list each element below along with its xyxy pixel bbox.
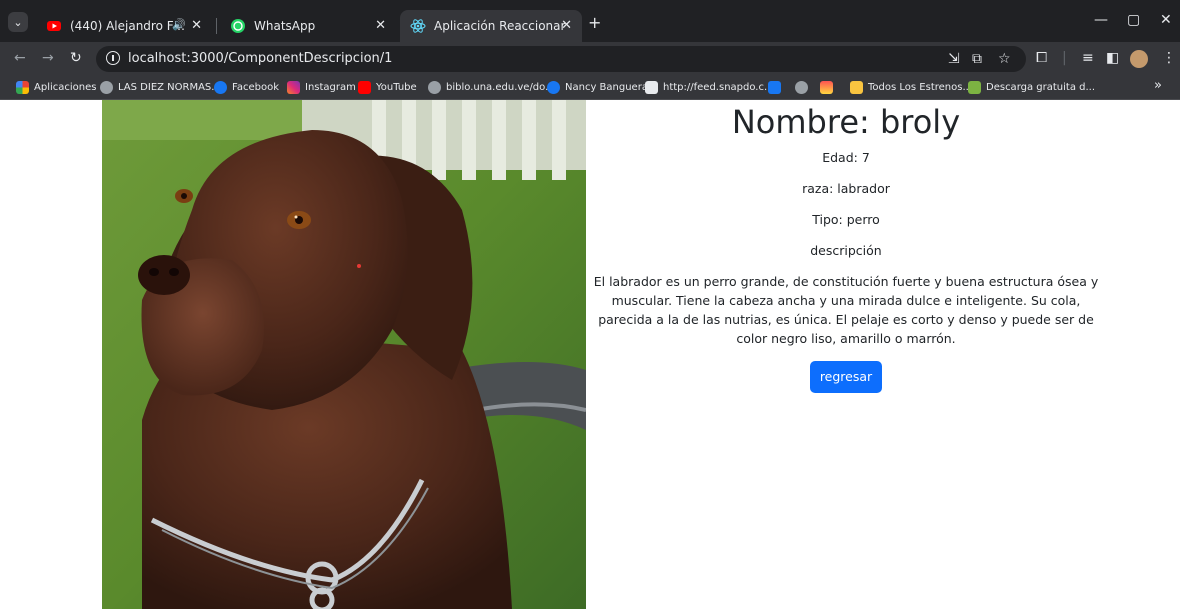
bookmark-item[interactable]: LAS DIEZ NORMAS... (100, 81, 221, 94)
bookmark-label: Aplicaciones (34, 82, 97, 93)
bookmark-label: YouTube (376, 82, 417, 93)
labrador-photo-illustration (102, 100, 586, 609)
forward-arrow-icon[interactable]: → (42, 50, 54, 66)
tab-youtube[interactable]: (440) Alejandro Fernández 🔊 ✕ (36, 10, 212, 42)
new-tab-icon[interactable]: + (588, 13, 601, 32)
bookmarks-bar: Aplicaciones LAS DIEZ NORMAS... Facebook… (0, 76, 1180, 100)
bookmark-label: Instagram (305, 82, 356, 93)
tab-active-app[interactable]: Aplicación Reaccionar ✕ (400, 10, 582, 42)
tab-title: WhatsApp (254, 19, 316, 33)
site-info-icon[interactable] (106, 51, 120, 65)
menu-kebab-icon[interactable]: ⋮ (1162, 50, 1176, 66)
bookmark-item[interactable]: Todos Los Estrenos... (850, 81, 972, 94)
pet-age: Edad: 7 (822, 150, 870, 165)
back-arrow-icon[interactable]: ← (14, 50, 26, 66)
bookmark-item[interactable] (768, 81, 786, 94)
description-heading: descripción (810, 243, 882, 258)
close-tab-icon[interactable]: ✕ (561, 18, 572, 33)
reading-list-icon[interactable]: ≡ (1082, 50, 1094, 66)
audio-icon[interactable]: 🔊 (172, 18, 186, 31)
globe-icon (100, 81, 113, 94)
bookmark-item[interactable]: Instagram (287, 81, 356, 94)
bookmark-item[interactable]: Descarga gratuita d... (968, 81, 1095, 94)
bookmark-star-icon[interactable]: ☆ (998, 51, 1011, 67)
pet-name-heading: Nombre: broly (731, 103, 961, 141)
bookmark-item[interactable]: http://feed.snapdo.c... (645, 81, 774, 94)
url-text[interactable]: localhost:3000/ComponentDescripcion/1 (128, 51, 392, 66)
bookmark-label: biblo.una.edu.ve/do... (446, 82, 555, 93)
reload-icon[interactable]: ↻ (70, 50, 82, 66)
close-tab-icon[interactable]: ✕ (375, 18, 386, 33)
whatsapp-icon (231, 19, 245, 33)
download-icon (968, 81, 981, 94)
pet-info: Nombre: broly Edad: 7 raza: labrador Tip… (586, 100, 1106, 393)
popcorn-icon (850, 81, 863, 94)
bookmark-item[interactable]: Nancy Banguera (547, 81, 648, 94)
bookmark-item[interactable]: YouTube (358, 81, 417, 94)
address-bar[interactable]: localhost:3000/ComponentDescripcion/1 ⇲ … (96, 46, 1026, 72)
bookmark-label: http://feed.snapdo.c... (663, 82, 774, 93)
bookmark-item[interactable] (795, 81, 813, 94)
tab-title: Aplicación Reaccionar (434, 19, 566, 33)
bookmark-label: LAS DIEZ NORMAS... (118, 82, 221, 93)
globe-icon (428, 81, 441, 94)
bookmarks-overflow-icon[interactable]: » (1154, 78, 1162, 93)
pet-type: Tipo: perro (812, 212, 880, 227)
react-icon (410, 19, 426, 33)
close-window-icon[interactable]: ✕ (1160, 12, 1172, 28)
toolbar-divider: | (1062, 50, 1067, 66)
apps-grid-icon (16, 81, 29, 94)
youtube-icon (358, 81, 371, 94)
side-panel-icon[interactable]: ◧ (1106, 50, 1119, 66)
bookmark-label: Facebook (232, 82, 279, 93)
page-content: Nombre: broly Edad: 7 raza: labrador Tip… (0, 100, 1180, 609)
dog-photo (102, 100, 586, 609)
tab-divider (216, 18, 217, 34)
tab-strip: ⌄ (440) Alejandro Fernández 🔊 ✕ WhatsApp… (0, 0, 1180, 42)
bookmark-label: Todos Los Estrenos... (868, 82, 972, 93)
bookmark-item[interactable]: biblo.una.edu.ve/do... (428, 81, 555, 94)
youtube-icon (47, 21, 61, 31)
facebook-icon (214, 81, 227, 94)
facebook-icon (547, 81, 560, 94)
back-button[interactable]: regresar (809, 361, 883, 393)
pet-breed: raza: labrador (802, 181, 890, 196)
bookmark-label: Nancy Banguera (565, 82, 648, 93)
extensions-icon[interactable]: ⧠ (1036, 50, 1047, 66)
profile-avatar-icon[interactable] (1130, 50, 1148, 68)
rainbow-icon (820, 81, 833, 94)
minimize-icon[interactable]: — (1094, 12, 1108, 28)
tab-whatsapp[interactable]: WhatsApp ✕ (220, 10, 396, 42)
facebook-icon (768, 81, 781, 94)
bookmark-label: Descarga gratuita d... (986, 82, 1096, 93)
restore-icon[interactable]: ▢ (1127, 12, 1140, 28)
globe-icon (795, 81, 808, 94)
pet-description: El labrador es un perro grande, de const… (593, 274, 1099, 346)
bookmark-item[interactable]: Aplicaciones (16, 81, 96, 94)
install-app-icon[interactable]: ⇲ (948, 51, 960, 67)
browser-toolbar: ← → ↻ localhost:3000/ComponentDescripcio… (0, 42, 1180, 76)
search-icon (645, 81, 658, 94)
tab-search-chevron-icon[interactable]: ⌄ (8, 12, 28, 32)
translate-icon[interactable]: ⧉ (972, 51, 982, 67)
bookmark-item[interactable] (820, 81, 838, 94)
close-tab-icon[interactable]: ✕ (191, 18, 202, 33)
instagram-icon (287, 81, 300, 94)
bookmark-item[interactable]: Facebook (214, 81, 279, 94)
